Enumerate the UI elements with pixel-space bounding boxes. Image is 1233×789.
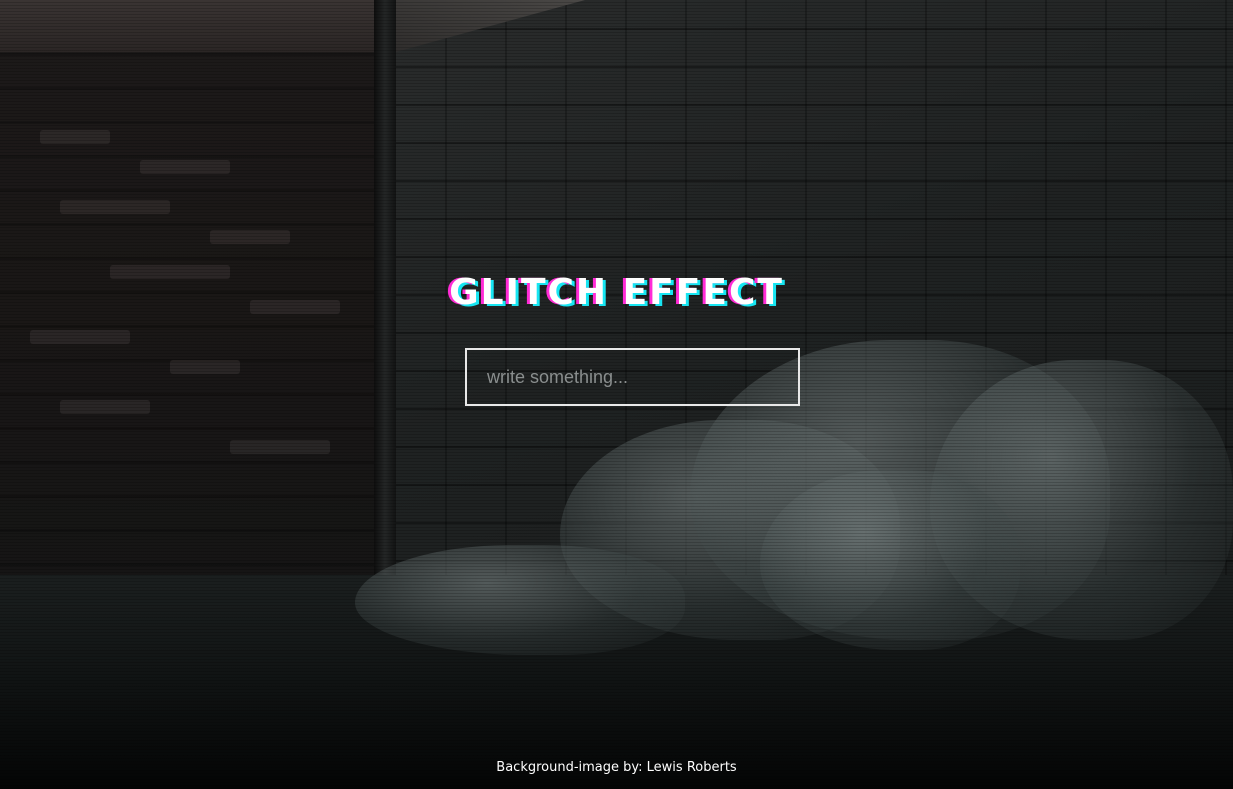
background-credit: Background-image by: Lewis Roberts — [496, 760, 737, 775]
page-title: GLITCH EFFECT — [449, 272, 784, 313]
input-wrapper — [465, 348, 800, 406]
glitch-text-input[interactable] — [465, 348, 800, 406]
background-left-ceiling — [0, 0, 385, 52]
background-bag — [355, 545, 685, 655]
background-bag — [760, 470, 1020, 650]
background-scene: GLITCH EFFECT Background-image by: Lewis… — [0, 0, 1233, 789]
